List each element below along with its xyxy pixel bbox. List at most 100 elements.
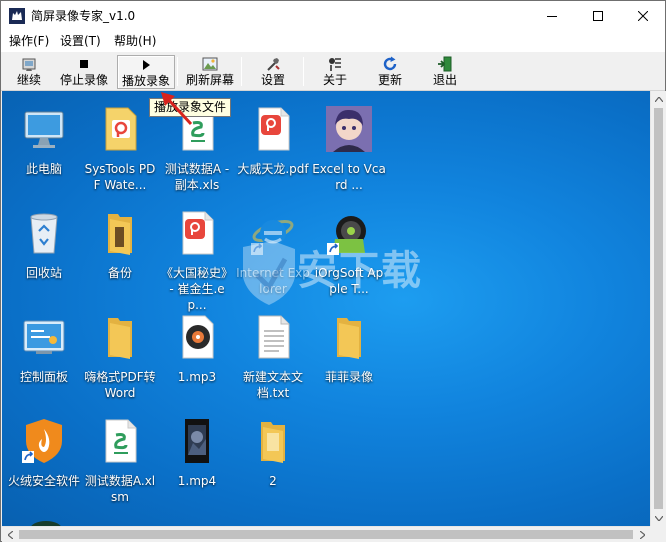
icon-label: 测试数据A - 副本.xls bbox=[164, 162, 230, 192]
icon-label: 测试数据A.xlsm bbox=[84, 474, 156, 504]
icon-label: 备份 bbox=[107, 266, 132, 280]
about-button[interactable]: 关于 bbox=[315, 55, 355, 89]
control-panel-icon bbox=[23, 320, 65, 354]
exit-label: 退出 bbox=[432, 73, 457, 87]
desktop-icon-1-mp3[interactable]: 1.mp3 bbox=[160, 313, 234, 385]
refresh-screen-label: 刷新屏幕 bbox=[185, 73, 234, 87]
icon-label: 大威天龙.pdf bbox=[237, 162, 309, 176]
icon-label: 1.mp3 bbox=[177, 370, 217, 384]
desktop-icon-backup[interactable]: 备份 bbox=[83, 209, 157, 281]
desktop-icon-new-text-doc[interactable]: 新建文本文档.txt bbox=[236, 313, 310, 401]
toolbar-separator bbox=[241, 57, 242, 86]
chevron-left-icon bbox=[7, 531, 13, 539]
scrollbar-corner bbox=[650, 526, 666, 542]
stop-icon bbox=[80, 60, 88, 68]
app-window: 简屏录像专家_v1.0 操作(F) 设置(T) 帮助(H) 继续 停止录像 播放… bbox=[0, 0, 666, 542]
icon-label: iOrgSoft Apple T... bbox=[314, 266, 384, 296]
scroll-left-button[interactable] bbox=[2, 527, 18, 542]
audio-file-icon bbox=[182, 315, 214, 359]
about-label: 关于 bbox=[322, 73, 347, 87]
close-button[interactable] bbox=[620, 1, 666, 31]
desktop-icon-iorgsoft[interactable]: iOrgSoft Apple T... bbox=[312, 209, 386, 297]
update-icon bbox=[383, 56, 397, 71]
scroll-up-button[interactable] bbox=[651, 91, 666, 107]
desktop-icon-folder-2[interactable]: 2 bbox=[236, 417, 310, 489]
desktop-icon-test-data-xlsm[interactable]: 测试数据A.xlsm bbox=[83, 417, 157, 505]
scroll-down-button[interactable] bbox=[651, 510, 666, 526]
desktop-icon-da-wei-tian-long[interactable]: 大威天龙.pdf bbox=[236, 105, 310, 177]
scroll-right-button[interactable] bbox=[634, 527, 650, 542]
chevron-up-icon bbox=[655, 96, 663, 102]
play-recording-label: 播放录象 bbox=[121, 74, 170, 88]
horizontal-scrollbar[interactable] bbox=[2, 526, 650, 542]
desktop-icon-recycle-bin[interactable]: 回收站 bbox=[7, 209, 81, 281]
exit-button[interactable]: 退出 bbox=[425, 55, 465, 89]
chevron-down-icon bbox=[655, 515, 663, 521]
maximize-icon bbox=[593, 11, 603, 21]
minimize-button[interactable] bbox=[529, 1, 575, 31]
this-pc-icon bbox=[24, 111, 64, 148]
desktop-icon-excel-to-vcard[interactable]: Excel to Vcard ... bbox=[312, 105, 386, 193]
app-logo-icon bbox=[9, 8, 25, 24]
menu-operate[interactable]: 操作(F) bbox=[7, 33, 51, 50]
stop-recording-button[interactable]: 停止录像 bbox=[56, 55, 112, 89]
vertical-scroll-thumb[interactable] bbox=[654, 108, 663, 509]
app-shortcut-icon bbox=[327, 216, 366, 255]
icon-label: 火绒安全软件 bbox=[7, 474, 80, 488]
vertical-scrollbar[interactable] bbox=[650, 91, 666, 526]
desktop-icon-this-pc[interactable]: 此电脑 bbox=[7, 105, 81, 177]
desktop-preview: 此电脑 SysTools PDF Wate... 测试数据A - 副本.xls bbox=[2, 91, 650, 526]
desktop-icon-internet-explorer[interactable]: Internet Explorer bbox=[236, 209, 310, 297]
app-shortcut-icon bbox=[326, 106, 372, 152]
icon-label: 1.mp4 bbox=[177, 474, 217, 488]
icon-label: Internet Explorer bbox=[236, 266, 310, 296]
icon-label: 控制面板 bbox=[19, 370, 68, 384]
exit-icon bbox=[438, 56, 452, 72]
menu-settings[interactable]: 设置(T) bbox=[58, 33, 103, 50]
resume-button[interactable]: 继续 bbox=[7, 55, 51, 89]
desktop-icon-feifei-recording[interactable]: 菲菲录像 bbox=[312, 313, 386, 385]
resume-label: 继续 bbox=[16, 73, 41, 87]
about-icon bbox=[329, 58, 341, 71]
partial-desktop-icon bbox=[31, 521, 61, 526]
menu-bar: 操作(F) 设置(T) 帮助(H) bbox=[1, 31, 665, 52]
update-label: 更新 bbox=[377, 73, 402, 87]
horizontal-scroll-thumb[interactable] bbox=[19, 530, 633, 539]
icon-label: 菲菲录像 bbox=[324, 370, 373, 384]
pdf-file-icon bbox=[258, 107, 290, 151]
maximize-button[interactable] bbox=[575, 1, 621, 31]
annotation-arrow-icon bbox=[161, 92, 193, 126]
recycle-bin-icon bbox=[30, 213, 58, 254]
desktop-icon-systools[interactable]: SysTools PDF Wate... bbox=[83, 105, 157, 193]
pdf-file-icon bbox=[105, 107, 137, 151]
video-file-icon bbox=[185, 419, 209, 463]
icon-label: 嗨格式PDF转Word bbox=[84, 370, 156, 400]
desktop-icon-huorong[interactable]: 火绒安全软件 bbox=[7, 417, 81, 489]
menu-help[interactable]: 帮助(H) bbox=[112, 33, 158, 50]
desktop-icon-1-mp4[interactable]: 1.mp4 bbox=[160, 417, 234, 489]
minimize-icon bbox=[547, 16, 557, 17]
desktop-icon-control-panel[interactable]: 控制面板 bbox=[7, 313, 81, 385]
folder-icon bbox=[108, 318, 132, 359]
icon-label: 2 bbox=[269, 474, 277, 488]
huorong-shortcut-icon bbox=[22, 419, 62, 463]
desktop-icon-daguo-mishi[interactable]: 《大国秘史》 - 崔金生.ep... bbox=[160, 209, 234, 313]
stop-recording-label: 停止录像 bbox=[59, 73, 108, 87]
window-title: 简屏录像专家_v1.0 bbox=[31, 9, 136, 23]
update-button[interactable]: 更新 bbox=[370, 55, 410, 89]
pdf-file-icon bbox=[182, 211, 214, 255]
folder-icon bbox=[261, 422, 285, 463]
icon-label: 此电脑 bbox=[25, 162, 62, 176]
resume-icon bbox=[22, 58, 36, 71]
desktop-icon-hi-format-pdf[interactable]: 嗨格式PDF转Word bbox=[83, 313, 157, 401]
toolbar: 继续 停止录像 播放录象 刷新屏幕 设置 关于 更新 退出 bbox=[1, 52, 665, 91]
refresh-screen-button[interactable]: 刷新屏幕 bbox=[182, 55, 238, 89]
text-file-icon bbox=[258, 315, 290, 359]
settings-button[interactable]: 设置 bbox=[253, 55, 293, 89]
settings-icon bbox=[267, 58, 280, 71]
toolbar-separator bbox=[303, 57, 304, 86]
play-recording-button[interactable]: 播放录象 bbox=[117, 55, 175, 89]
title-bar[interactable]: 简屏录像专家_v1.0 bbox=[1, 1, 665, 31]
close-icon bbox=[638, 11, 648, 21]
refresh-screen-icon bbox=[202, 57, 218, 71]
